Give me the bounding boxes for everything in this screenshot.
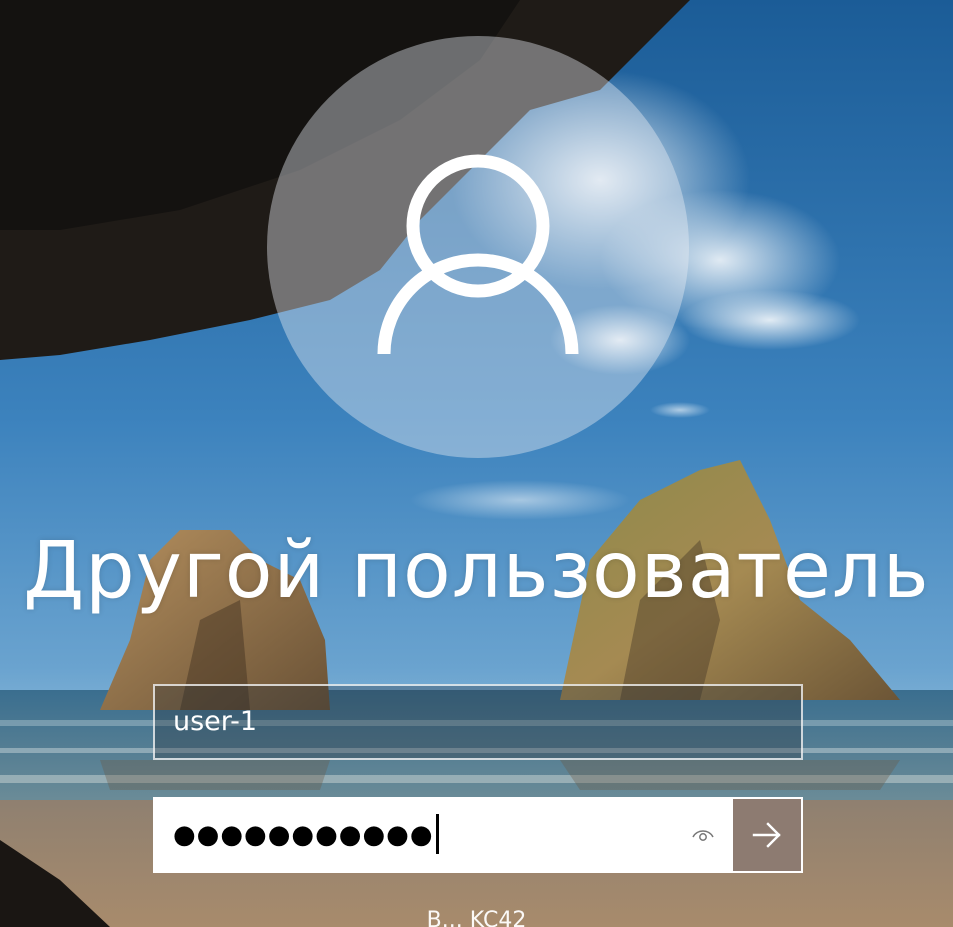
text-caret	[435, 813, 439, 854]
arrow-right-icon	[752, 822, 781, 848]
password-input[interactable]: ●●●●●●●●●●●	[155, 799, 733, 871]
user-silhouette-icon	[377, 154, 579, 355]
password-mask-text: ●●●●●●●●●●●	[173, 820, 434, 850]
user-avatar	[267, 36, 689, 458]
reveal-password-button[interactable]	[683, 815, 723, 855]
eye-icon	[692, 830, 714, 841]
password-mask: ●●●●●●●●●●●	[173, 799, 439, 871]
submit-button[interactable]	[733, 799, 801, 871]
bottom-text: В... KC42	[426, 908, 527, 927]
password-row: ●●●●●●●●●●●	[153, 797, 803, 873]
lock-screen: Другой пользователь user-1 ●●●●●●●●●●● В…	[0, 0, 953, 927]
user-display-name: Другой пользователь	[23, 526, 930, 616]
username-input[interactable]: user-1	[153, 684, 803, 760]
